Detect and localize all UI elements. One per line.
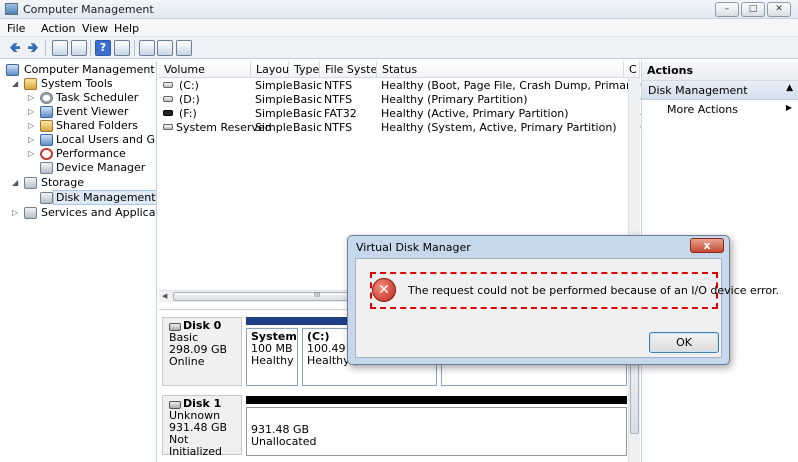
window-title: Computer Management (23, 3, 154, 16)
submenu-arrow-icon: ▶ (785, 103, 792, 112)
performance-icon (40, 148, 53, 160)
close-window-button[interactable]: ✕ (767, 2, 791, 17)
tree-label: Device Manager (56, 161, 146, 174)
tree-label: System Tools (41, 77, 113, 90)
toolbar-separator (90, 40, 91, 56)
back-arrow-icon[interactable]: 🢀 (7, 40, 23, 56)
event-viewer-icon (40, 106, 53, 118)
menu-bar: File Action View Help (0, 19, 798, 37)
column-capacity[interactable]: C (624, 61, 640, 78)
show-hide-tree-icon[interactable] (71, 40, 87, 56)
tree-label: Task Scheduler (56, 91, 139, 104)
tree-label: Storage (41, 176, 85, 189)
column-file-system[interactable]: File System (320, 61, 377, 78)
error-message: The request could not be performed becau… (408, 284, 780, 297)
menu-help[interactable]: Help (114, 22, 139, 35)
dialog-body: ✕ The request could not be performed bec… (355, 258, 779, 358)
column-volume[interactable]: Volume (159, 61, 251, 78)
more-actions-item[interactable]: More Actions ▶ (667, 103, 792, 119)
tree-label: Disk Management (53, 190, 156, 205)
storage-icon (24, 177, 37, 189)
title-bar: Computer Management – □ ✕ (0, 0, 798, 19)
actions-header: Actions (642, 61, 798, 81)
toolbar: 🢀 🢂 ? (0, 37, 798, 59)
expand-arrow-icon[interactable]: ▷ (12, 208, 21, 217)
maximize-button[interactable]: □ (741, 2, 765, 17)
disk-0-label[interactable]: Disk 0 Basic 298.09 GB Online (162, 317, 242, 386)
collapse-arrow-icon[interactable]: ◢ (12, 79, 21, 88)
help-icon[interactable]: ? (95, 40, 111, 56)
collapse-up-icon[interactable]: ▲ (786, 83, 793, 93)
drive-icon (163, 82, 173, 88)
dialog-close-button[interactable]: x (690, 238, 724, 253)
removable-drive-icon (163, 110, 173, 116)
disk-1-label[interactable]: Disk 1 Unknown 931.48 GB Not Initialized (162, 395, 242, 458)
computer-management-icon (5, 3, 18, 15)
partition-system-reserved[interactable]: System Re 100 MB N Healthy (S (246, 328, 298, 386)
tree-label: Shared Folders (56, 119, 138, 132)
menu-view[interactable]: View (82, 22, 108, 35)
shared-folder-icon (40, 120, 53, 132)
tree-label: Services and Applications (41, 206, 156, 219)
tree-label: Computer Management (Local (24, 63, 156, 76)
column-type[interactable]: Type (289, 61, 320, 78)
expand-arrow-icon[interactable]: ▷ (28, 121, 37, 130)
table-row[interactable]: (D:) Simple Basic NTFS Healthy (Primary … (159, 93, 641, 107)
menu-file[interactable]: File (7, 22, 25, 35)
table-row[interactable]: (F:) Simple Basic FAT32 Healthy (Active,… (159, 107, 641, 121)
forward-arrow-icon[interactable]: 🢂 (25, 40, 41, 56)
actions-section-disk-management[interactable]: Disk Management ▲ (642, 81, 798, 100)
table-row[interactable]: System Reserved Simple Basic NTFS Health… (159, 121, 641, 135)
collapse-arrow-icon[interactable]: ◢ (12, 178, 21, 187)
ok-button[interactable]: OK (649, 332, 719, 353)
export-list-icon[interactable] (176, 40, 192, 56)
expand-arrow-icon[interactable]: ▷ (28, 93, 37, 102)
scroll-left-arrow-icon[interactable]: ◀ (162, 292, 167, 300)
error-icon: ✕ (372, 278, 396, 302)
clock-icon (40, 92, 53, 104)
up-folder-icon[interactable] (52, 40, 68, 56)
disk-1-partition-bar (246, 396, 627, 404)
tree-label: Local Users and Groups (56, 133, 156, 146)
expand-arrow-icon[interactable]: ▷ (28, 149, 37, 158)
unallocated-space[interactable]: 931.48 GB Unallocated (246, 407, 627, 456)
dialog-title: Virtual Disk Manager (356, 241, 471, 254)
column-status[interactable]: Status (377, 61, 624, 78)
console-tree: Computer Management (Local ◢ System Tool… (4, 61, 157, 462)
minimize-button[interactable]: – (715, 2, 739, 17)
window-controls: – □ ✕ (715, 2, 791, 17)
show-hide-action-pane-icon[interactable] (114, 40, 130, 56)
properties-icon[interactable] (157, 40, 173, 56)
menu-action[interactable]: Action (41, 22, 75, 35)
expand-arrow-icon[interactable]: ▷ (28, 107, 37, 116)
users-icon (40, 134, 53, 146)
refresh-icon[interactable] (139, 40, 155, 56)
virtual-disk-manager-dialog: Virtual Disk Manager x ✕ The request cou… (347, 235, 779, 365)
services-icon (24, 207, 37, 219)
device-manager-icon (40, 162, 53, 174)
disk-management-icon (40, 192, 53, 204)
table-row[interactable]: (C:) Simple Basic NTFS Healthy (Boot, Pa… (159, 79, 691, 93)
tree-label: Event Viewer (56, 105, 129, 118)
toolbar-separator (134, 40, 135, 56)
tree-label: Performance (56, 147, 126, 160)
column-layout[interactable]: Layout (251, 61, 289, 78)
drive-icon (163, 124, 173, 130)
computer-icon (6, 64, 19, 76)
toolbar-separator (45, 40, 46, 56)
expand-arrow-icon[interactable]: ▷ (28, 135, 37, 144)
tools-icon (24, 78, 37, 90)
drive-icon (163, 96, 173, 102)
